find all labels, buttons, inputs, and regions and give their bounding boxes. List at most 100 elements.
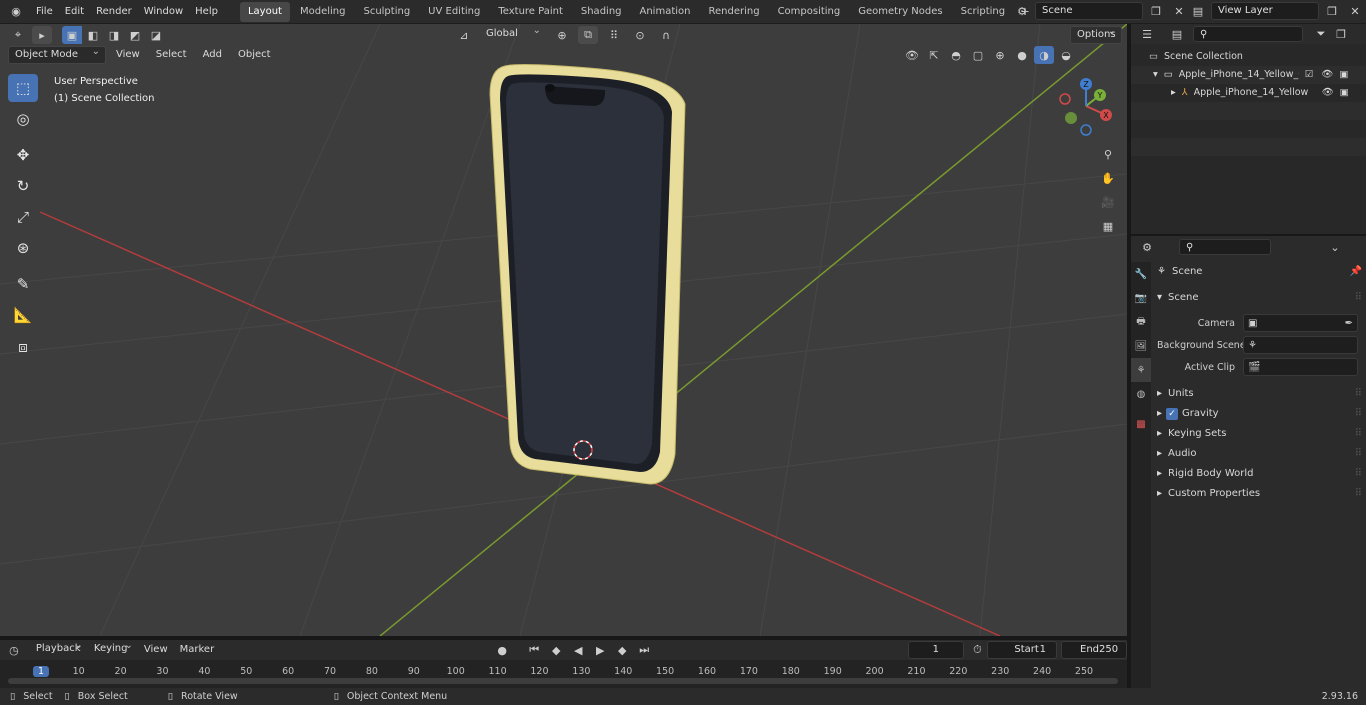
gravity-checkbox[interactable]: ✓ <box>1166 408 1179 420</box>
select-new-icon[interactable]: ▣ <box>62 26 82 44</box>
menu-add[interactable]: Add <box>197 46 228 64</box>
navigation-gizmo[interactable]: Z Y X <box>1058 76 1118 138</box>
select-box-tool-icon[interactable]: ⬚ <box>8 74 38 102</box>
outliner-editor-icon[interactable]: ☰ <box>1137 25 1157 43</box>
tab-geometry-nodes[interactable]: Geometry Nodes <box>850 2 950 22</box>
snap-icon[interactable]: ⧉ <box>578 26 598 44</box>
delete-scene-icon[interactable]: ✕ <box>1169 2 1189 20</box>
tab-modeling[interactable]: Modeling <box>292 2 354 22</box>
properties-options-icon[interactable]: ⌄ <box>1325 238 1345 256</box>
editor-type-icon[interactable]: ⌖ <box>8 26 28 44</box>
drag-handle-icon[interactable]: ⠿ <box>1355 484 1362 504</box>
pivot-point-icon[interactable]: ⊕ <box>552 26 572 44</box>
pin-icon[interactable]: 📌 <box>1350 262 1362 282</box>
camera-view-icon[interactable]: 🎥 <box>1096 190 1120 214</box>
camera-field[interactable]: ▣ ✒ <box>1243 314 1358 332</box>
object-mode-dropdown[interactable]: Object Mode <box>8 44 106 64</box>
scene-icon[interactable]: ⚙ <box>1012 2 1032 20</box>
menu-window[interactable]: Window <box>138 2 189 22</box>
material-shading-icon[interactable]: ◑ <box>1034 46 1054 64</box>
render-tab-icon[interactable]: 📷 <box>1131 286 1151 310</box>
drag-handle-icon[interactable]: ⠿ <box>1355 444 1362 464</box>
tab-uv-editing[interactable]: UV Editing <box>420 2 488 22</box>
rotate-tool-icon[interactable]: ↻ <box>8 172 38 200</box>
tool-tab-icon[interactable]: 🔧 <box>1131 262 1151 286</box>
tab-sculpting[interactable]: Sculpting <box>355 2 418 22</box>
exclude-checkbox-icon[interactable]: ☑ <box>1305 66 1314 84</box>
gizmo-neg-x[interactable] <box>1059 93 1071 105</box>
select-invert-icon[interactable]: ◩ <box>125 26 145 44</box>
view-layer-tab-icon[interactable]: 🖼 <box>1131 334 1151 358</box>
render-camera-icon[interactable]: ▣ <box>1340 84 1349 102</box>
menu-edit[interactable]: Edit <box>59 2 90 22</box>
new-view-layer-icon[interactable]: ❐ <box>1322 2 1342 20</box>
transform-orientation-dropdown[interactable]: Global <box>480 24 546 44</box>
iphone-model[interactable] <box>489 64 686 485</box>
wireframe-shading-icon[interactable]: ⊕ <box>990 46 1010 64</box>
active-clip-field[interactable]: 🎬 <box>1243 358 1358 376</box>
menu-help[interactable]: Help <box>189 2 224 22</box>
tab-shading[interactable]: Shading <box>573 2 630 22</box>
display-mode-icon[interactable]: ▤ <box>1167 25 1187 43</box>
select-subtract-icon[interactable]: ◨ <box>104 26 124 44</box>
transform-tool-icon[interactable]: ⊛ <box>8 234 38 262</box>
add-cube-tool-icon[interactable]: ⧈ <box>8 333 38 361</box>
zoom-icon[interactable]: ⚲ <box>1096 142 1120 166</box>
tab-layout[interactable]: Layout <box>239 1 290 22</box>
tab-texture-paint[interactable]: Texture Paint <box>490 2 571 22</box>
scene-field[interactable]: Scene <box>1035 2 1143 20</box>
tab-animation[interactable]: Animation <box>632 2 699 22</box>
outliner-search-input[interactable]: ⚲ <box>1193 26 1303 42</box>
falloff-icon[interactable]: ∩ <box>656 26 676 44</box>
output-tab-icon[interactable]: 🖶 <box>1131 310 1151 334</box>
3d-viewport[interactable]: ⌖ ▸ ▣ ◧ ◨ ◩ ◪ ⊿ Global ⊕ ⧉ ⠿ ⊙ ∩ Options… <box>0 24 1127 636</box>
properties-search-input[interactable]: ⚲ <box>1179 239 1271 255</box>
gizmo-neg-z[interactable] <box>1080 124 1092 136</box>
eye-icon[interactable]: 👁 <box>1321 66 1333 84</box>
new-scene-icon[interactable]: ❐ <box>1146 2 1166 20</box>
background-scene-field[interactable]: ⚘ <box>1243 336 1358 354</box>
drag-handle-icon[interactable]: ⠿ <box>1355 464 1362 484</box>
menu-object[interactable]: Object <box>232 46 277 64</box>
new-collection-icon[interactable]: ❐ <box>1331 25 1351 43</box>
xray-icon[interactable]: ▢ <box>968 46 988 64</box>
world-tab-icon[interactable]: ◍ <box>1131 382 1151 406</box>
expand-arrow-icon[interactable]: ▸ <box>1171 84 1176 102</box>
menu-view[interactable]: View <box>110 46 146 64</box>
units-panel[interactable]: ▸ Units ⠿ <box>1157 384 1362 404</box>
drag-handle-icon[interactable]: ⠿ <box>1355 288 1362 308</box>
select-extend-icon[interactable]: ◧ <box>83 26 103 44</box>
delete-view-layer-icon[interactable]: ✕ <box>1345 2 1365 20</box>
perspective-grid-icon[interactable]: ▦ <box>1096 214 1120 238</box>
rendered-shading-icon[interactable]: ◒ <box>1056 46 1076 64</box>
drag-handle-icon[interactable]: ⠿ <box>1355 384 1362 404</box>
cursor-tool-icon[interactable]: ◎ <box>8 105 38 133</box>
eye-icon[interactable]: 👁 <box>1322 84 1334 102</box>
scene-tab-icon[interactable]: ⚘ <box>1131 358 1151 382</box>
move-tool-icon[interactable]: ✥ <box>8 141 38 169</box>
tweak-select-icon[interactable]: ▸ <box>32 26 52 44</box>
snap-target-icon[interactable]: ⠿ <box>604 26 624 44</box>
outliner-scene-collection[interactable]: ▭ Scene Collection <box>1131 48 1366 66</box>
filter-icon[interactable]: ⏷ <box>1311 25 1331 43</box>
menu-render[interactable]: Render <box>90 2 138 22</box>
texture-tab-icon[interactable]: ▩ <box>1131 412 1151 436</box>
proportional-edit-icon[interactable]: ⊙ <box>630 26 650 44</box>
gizmo-neg-y[interactable] <box>1065 112 1077 124</box>
playhead[interactable]: 1 <box>32 666 50 677</box>
tab-scripting[interactable]: Scripting <box>953 2 1013 22</box>
solid-shading-icon[interactable]: ● <box>1012 46 1032 64</box>
render-camera-icon[interactable]: ▣ <box>1339 66 1348 84</box>
drag-handle-icon[interactable]: ⠿ <box>1355 424 1362 444</box>
overlays-icon[interactable]: ◓ <box>946 46 966 64</box>
menu-file[interactable]: File <box>30 2 59 22</box>
menu-select[interactable]: Select <box>150 46 193 64</box>
blender-logo-icon[interactable]: ◉ <box>6 3 26 21</box>
tab-rendering[interactable]: Rendering <box>700 2 767 22</box>
gravity-panel[interactable]: ▸ ✓ Gravity ⠿ <box>1157 404 1362 424</box>
outliner-item-object[interactable]: ▸ ⅄ Apple_iPhone_14_Yellow 👁 ▣ <box>1131 84 1366 102</box>
gizmo-toggle-icon[interactable]: ⇱ <box>924 46 944 64</box>
scale-tool-icon[interactable]: ⤢ <box>8 203 38 231</box>
scene-panel-header[interactable]: ▾ Scene ⠿ <box>1157 288 1362 308</box>
view-layer-field[interactable]: View Layer <box>1211 2 1319 20</box>
